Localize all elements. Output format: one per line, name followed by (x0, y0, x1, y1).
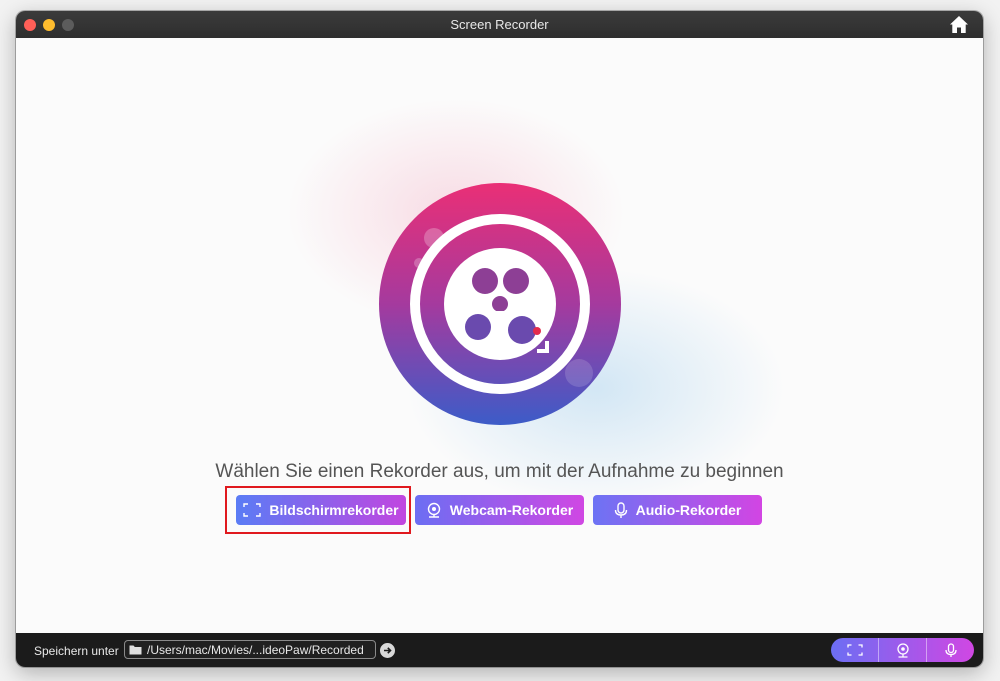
home-icon (950, 16, 968, 33)
webcam-icon (427, 502, 440, 518)
webcam-recorder-label: Webcam-Rekorder (449, 502, 574, 518)
microphone-icon (944, 642, 957, 657)
microphone-icon (614, 501, 627, 518)
quick-audio-recorder-button[interactable] (926, 638, 974, 662)
screen-recorder-label: Bildschirmrekorder (269, 502, 399, 518)
bottom-bar: Speichern unter /Users/mac/Movies/...ide… (16, 633, 983, 667)
webcam-icon (896, 642, 909, 658)
save-path-field[interactable]: /Users/mac/Movies/...ideoPaw/Recorded (124, 640, 376, 659)
webcam-recorder-button[interactable]: Webcam-Rekorder (415, 495, 584, 525)
quick-webcam-recorder-button[interactable] (878, 638, 926, 662)
home-button[interactable] (949, 15, 969, 34)
save-path-value: /Users/mac/Movies/...ideoPaw/Recorded (147, 642, 364, 657)
title-bar: Screen Recorder (16, 11, 983, 38)
arrow-right-icon (384, 647, 392, 654)
screen-recorder-button[interactable]: Bildschirmrekorder (236, 495, 406, 525)
selection-prompt: Wählen Sie einen Rekorder aus, um mit de… (215, 461, 784, 482)
quick-recorder-toolbar (831, 638, 974, 662)
audio-recorder-button[interactable]: Audio-Rekorder (593, 495, 762, 525)
screen-capture-icon (243, 503, 262, 517)
app-logo (379, 183, 621, 425)
main-content: Wählen Sie einen Rekorder aus, um mit de… (16, 38, 983, 633)
app-window: Screen Recorder Wählen Sie einen Rekorde… (16, 11, 983, 667)
folder-icon (129, 645, 142, 655)
window-title: Screen Recorder (450, 17, 549, 32)
screen-capture-icon (846, 644, 863, 656)
save-location-label: Speichern unter (34, 644, 119, 658)
quick-screen-recorder-button[interactable] (831, 638, 878, 662)
open-folder-button[interactable] (380, 643, 395, 658)
audio-recorder-label: Audio-Rekorder (635, 502, 742, 518)
